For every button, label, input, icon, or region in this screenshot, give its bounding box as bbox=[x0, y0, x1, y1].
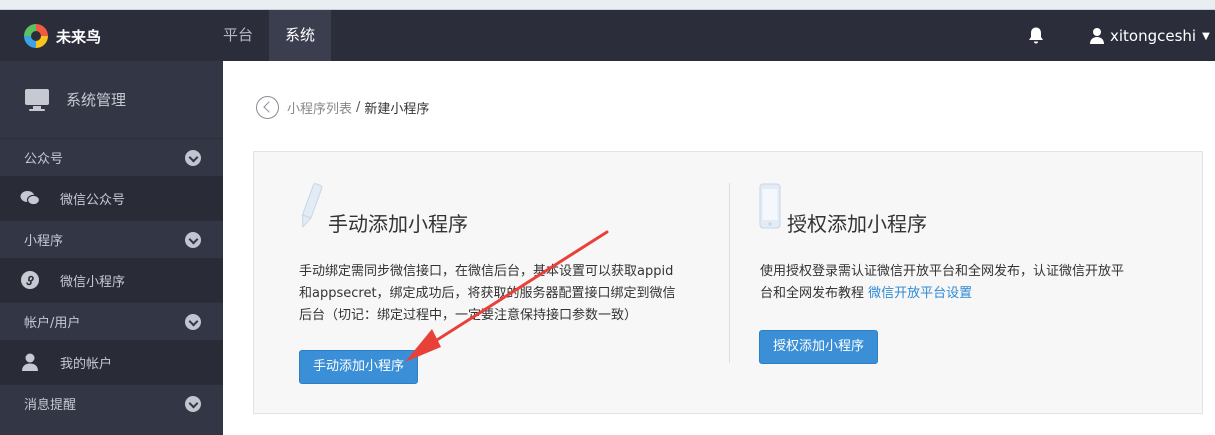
auth-description-line: 使用授权登录需认证微信开放平台和全网发布，认证微信开放平 bbox=[760, 264, 1125, 279]
nav-system[interactable]: 系统 bbox=[269, 10, 332, 61]
monitor-icon bbox=[25, 88, 49, 111]
manual-description-line: 手动绑定需同步微信接口，在微信后台，基本设置可以获取appid bbox=[299, 264, 674, 279]
panel-divider bbox=[729, 183, 730, 363]
browser-bookmark-bar bbox=[0, 0, 1215, 10]
sidebar-header: 系统管理 bbox=[0, 61, 223, 138]
sidebar-item-my-account[interactable]: 我的帐户 bbox=[0, 340, 223, 384]
group-label: 小程序 bbox=[24, 234, 64, 249]
phone-icon bbox=[759, 183, 781, 229]
manual-card-title: 手动添加小程序 bbox=[328, 212, 468, 236]
sidebar-group-account[interactable]: 帐户/用户 bbox=[0, 302, 223, 340]
group-label: 公众号 bbox=[24, 152, 64, 167]
chevron-down-icon bbox=[185, 313, 201, 330]
group-label: 消息提醒 bbox=[24, 398, 77, 413]
bell-icon[interactable] bbox=[1027, 26, 1045, 46]
miniprogram-icon bbox=[20, 270, 40, 290]
manual-card-description: 手动绑定需同步微信接口，在微信后台，基本设置可以获取appid 和appsecr… bbox=[299, 261, 719, 327]
manual-description-line: 和appsecret，绑定成功后，将获取的服务器配置接口绑定到微信 bbox=[299, 286, 676, 301]
breadcrumb-separator: / bbox=[356, 99, 361, 115]
auth-description-line: 台和全网发布教程 微信开放平台设置 bbox=[760, 283, 1180, 305]
auth-add-button[interactable]: 授权添加小程序 bbox=[759, 330, 879, 364]
group-label: 帐户/用户 bbox=[24, 316, 81, 331]
chevron-down-icon bbox=[185, 149, 201, 166]
top-navbar: 未来鸟 平台 系统 xitongceshi ▼ bbox=[0, 10, 1215, 61]
sidebar-item-label: 我的帐户 bbox=[60, 356, 113, 372]
sidebar-group-official-account[interactable]: 公众号 bbox=[0, 138, 223, 176]
logo-icon bbox=[24, 24, 48, 48]
wechat-icon bbox=[20, 188, 40, 208]
sidebar-title: 系统管理 bbox=[66, 91, 127, 109]
user-menu[interactable]: xitongceshi ▼ bbox=[1090, 24, 1210, 48]
sidebar: 系统管理 公众号 微信公众号 小程序 微信小程序 帐户/用户 我的帐户 消息提醒 bbox=[0, 61, 223, 435]
sidebar-item-label: 微信小程序 bbox=[60, 274, 126, 290]
sidebar-item-label: 微信公众号 bbox=[60, 192, 126, 208]
caret-down-icon: ▼ bbox=[1202, 30, 1210, 42]
back-icon[interactable] bbox=[256, 95, 279, 119]
logo[interactable]: 未来鸟 bbox=[24, 23, 101, 49]
auth-card-description: 使用授权登录需认证微信开放平台和全网发布，认证微信开放平 台和全网发布教程 微信… bbox=[760, 261, 1180, 305]
username: xitongceshi bbox=[1110, 27, 1197, 45]
sidebar-item-wechat-official[interactable]: 微信公众号 bbox=[0, 176, 223, 220]
user-icon bbox=[20, 352, 40, 372]
breadcrumb-current: 新建小程序 bbox=[364, 101, 430, 117]
user-icon bbox=[1090, 28, 1104, 44]
sidebar-item-wechat-miniprogram[interactable]: 微信小程序 bbox=[0, 258, 223, 302]
open-platform-settings-link[interactable]: 微信开放平台设置 bbox=[868, 286, 972, 301]
top-nav: 平台 系统 bbox=[207, 10, 332, 61]
manual-add-button[interactable]: 手动添加小程序 bbox=[299, 350, 419, 384]
pencil-icon bbox=[301, 183, 323, 229]
chevron-down-icon bbox=[185, 395, 201, 412]
breadcrumb-link[interactable]: 小程序列表 bbox=[287, 98, 352, 117]
chevron-down-icon bbox=[185, 231, 201, 248]
auth-card-title: 授权添加小程序 bbox=[787, 212, 927, 236]
nav-platform[interactable]: 平台 bbox=[207, 10, 269, 61]
logo-text: 未来鸟 bbox=[56, 27, 102, 46]
breadcrumb: 小程序列表 / 新建小程序 bbox=[256, 95, 429, 119]
sidebar-group-miniprogram[interactable]: 小程序 bbox=[0, 220, 223, 258]
sidebar-group-notifications[interactable]: 消息提醒 bbox=[0, 384, 223, 422]
manual-description-line: 后台（切记：绑定过程中，一定要注意保持接口参数一致） bbox=[299, 308, 638, 323]
auth-description-text: 台和全网发布教程 bbox=[760, 286, 865, 301]
